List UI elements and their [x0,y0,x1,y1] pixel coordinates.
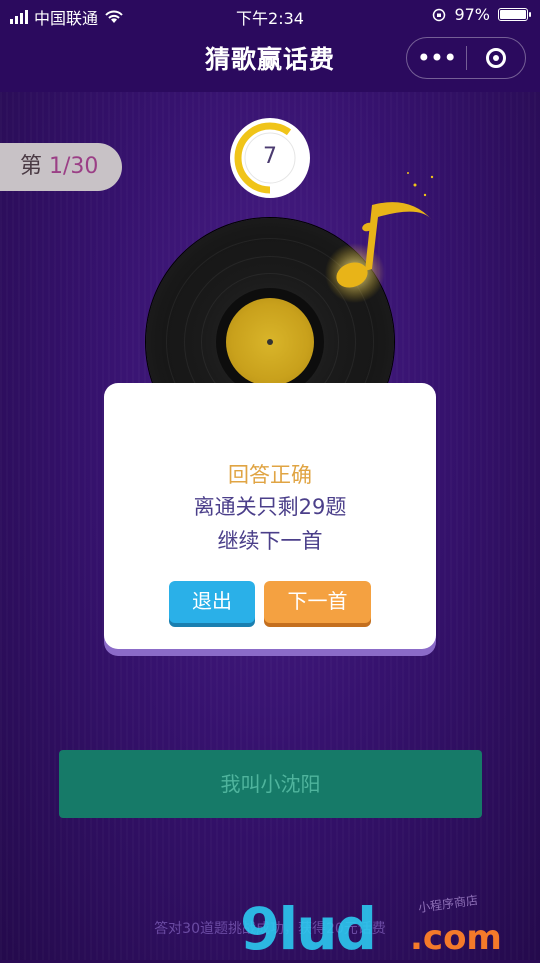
counter-current: 1 [49,154,63,179]
timer-value: 7 [263,144,277,169]
question-counter: 第 1/30 [0,143,122,191]
continue-text: 继续下一首 [217,529,323,553]
counter-prefix: 第 [20,154,49,179]
result-dialog: 回答正确 离通关只剩29题 继续下一首 退出 下一首 [104,383,436,649]
more-button[interactable]: ••• [407,38,466,78]
counter-total: /30 [63,154,99,179]
answer-option-button[interactable]: 我叫小沈阳 [59,750,482,818]
countdown-timer: 7 [230,118,310,198]
close-button[interactable] [467,48,525,68]
watermark-suffix: .com [410,918,502,958]
remaining-text: 离通关只剩29题 [193,495,347,519]
watermark-logo: 9lud [240,895,377,963]
battery-percent: 97% [454,5,490,24]
result-title: 回答正确 [228,463,312,487]
exit-button[interactable]: 退出 [169,581,255,623]
top-bar: 中国联通 下午2:34 97% 猜歌赢话费 ••• [0,0,540,92]
status-bar: 中国联通 下午2:34 97% [0,0,540,30]
orientation-lock-icon [433,8,446,21]
music-note-icon [325,172,434,303]
mini-program-capsule: ••• [406,37,526,79]
target-icon [485,48,506,68]
record-label [216,288,324,396]
next-song-button[interactable]: 下一首 [264,581,371,623]
battery-icon [498,8,531,21]
